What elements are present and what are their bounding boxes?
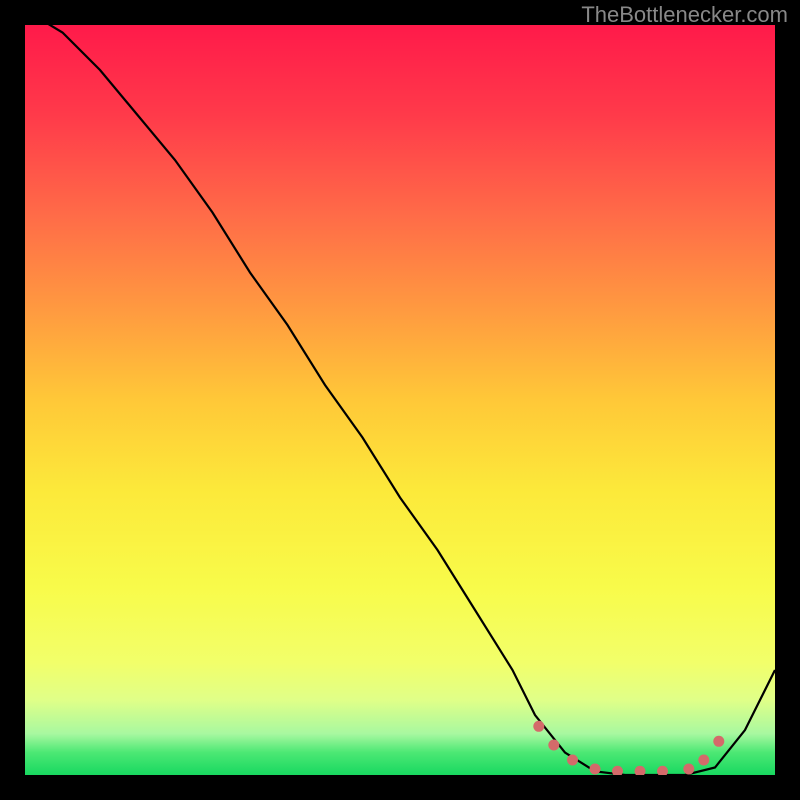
chart-plot-area [25,25,775,775]
marker-dot [590,764,601,775]
marker-dot [567,755,578,766]
marker-dot [713,736,724,747]
watermark-text: TheBottlenecker.com [581,2,788,28]
marker-dot [612,766,623,775]
bottleneck-curve [25,25,775,775]
marker-dot [635,766,646,775]
marker-dot [548,740,559,751]
marker-dot [683,764,694,775]
marker-dot [698,755,709,766]
marker-dot [657,766,668,775]
chart-svg [25,25,775,775]
marker-dot [533,721,544,732]
